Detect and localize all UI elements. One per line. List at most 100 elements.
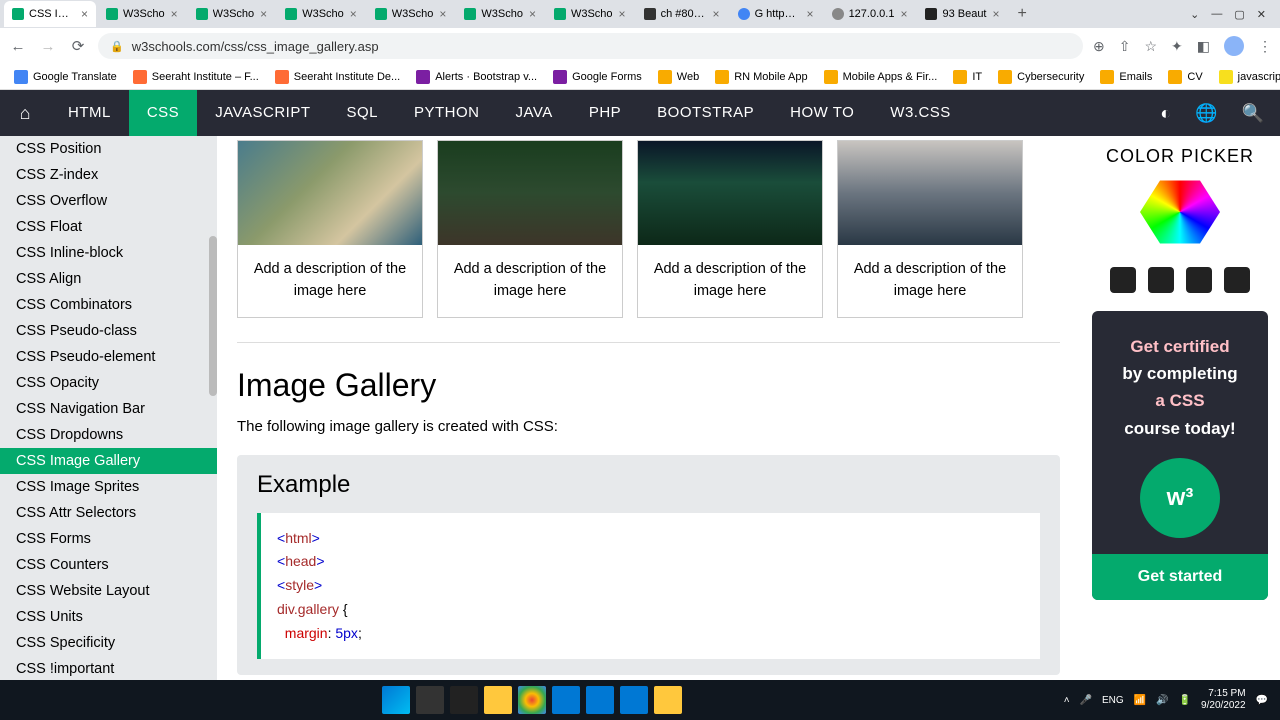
tab-close-icon[interactable]: × — [900, 7, 907, 21]
sidebar-item[interactable]: CSS Dropdowns — [0, 422, 217, 448]
sidebar-item[interactable]: CSS Counters — [0, 552, 217, 578]
scrollbar-thumb[interactable] — [209, 236, 217, 396]
sidebar-item[interactable]: CSS Website Layout — [0, 578, 217, 604]
bookmark-item[interactable]: IT — [947, 68, 988, 86]
zoom-icon[interactable]: ⊕ — [1093, 38, 1105, 55]
topnav-item[interactable]: JAVA — [498, 90, 571, 136]
topnav-item[interactable]: HOW TO — [772, 90, 872, 136]
sidebar-item[interactable]: CSS Overflow — [0, 188, 217, 214]
browser-tab[interactable]: 127.0.0.1× — [824, 1, 916, 27]
bookmark-item[interactable]: Emails — [1094, 68, 1158, 86]
sidebar-item[interactable]: CSS Attr Selectors — [0, 500, 217, 526]
minimize-button[interactable]: — — [1211, 8, 1222, 21]
back-button[interactable]: ← — [8, 38, 28, 55]
browser-tab[interactable]: W3Scho× — [277, 1, 365, 27]
gallery-card[interactable]: Add a description of the image here — [237, 140, 423, 318]
sidebar-item[interactable]: CSS Units — [0, 604, 217, 630]
sidebar-item[interactable]: CSS Position — [0, 136, 217, 162]
bookmark-item[interactable]: Mobile Apps & Fir... — [818, 68, 944, 86]
bookmark-item[interactable]: Google Forms — [547, 68, 648, 86]
notepad-icon[interactable] — [654, 686, 682, 714]
linkedin-icon[interactable] — [1186, 267, 1212, 293]
tab-close-icon[interactable]: × — [713, 7, 720, 21]
tab-close-icon[interactable]: × — [807, 7, 814, 21]
chrome-icon[interactable] — [518, 686, 546, 714]
bookmark-star-icon[interactable]: ☆ — [1144, 38, 1157, 55]
clock-date[interactable]: 9/20/2022 — [1201, 700, 1246, 712]
topnav-item[interactable]: JAVASCRIPT — [197, 90, 328, 136]
tab-close-icon[interactable]: × — [529, 7, 536, 21]
sidebar-item[interactable]: CSS Combinators — [0, 292, 217, 318]
bookmark-item[interactable]: Google Translate — [8, 68, 123, 86]
bookmark-item[interactable]: Web — [652, 68, 705, 86]
address-bar[interactable]: 🔒 w3schools.com/css/css_image_gallery.as… — [98, 33, 1083, 59]
bookmark-item[interactable]: Seeraht Institute – F... — [127, 68, 265, 86]
share-icon[interactable]: ⇧ — [1119, 38, 1131, 55]
menu-icon[interactable]: ⋮ — [1258, 38, 1272, 55]
sidebar-item[interactable]: CSS Align — [0, 266, 217, 292]
file-explorer-icon[interactable] — [484, 686, 512, 714]
topnav-item[interactable]: PYTHON — [396, 90, 498, 136]
calculator-icon[interactable] — [620, 686, 648, 714]
search-icon[interactable]: 🔍 — [1242, 103, 1264, 124]
sidebar-item[interactable]: CSS Image Sprites — [0, 474, 217, 500]
reload-button[interactable]: ⟳ — [68, 37, 88, 55]
facebook-icon[interactable] — [1110, 267, 1136, 293]
home-icon[interactable]: ⌂ — [0, 103, 50, 124]
browser-tab[interactable]: CSS Imag× — [4, 1, 96, 27]
search-taskbar-icon[interactable] — [416, 686, 444, 714]
get-started-button[interactable]: Get started — [1092, 554, 1268, 600]
bookmark-item[interactable]: javascript - Set a fo... — [1213, 68, 1280, 86]
browser-tab[interactable]: W3Scho× — [98, 1, 186, 27]
browser-tab[interactable]: W3Scho× — [546, 1, 634, 27]
sidebar-item[interactable]: CSS Specificity — [0, 630, 217, 656]
close-button[interactable]: ✕ — [1257, 8, 1266, 21]
gallery-card[interactable]: Add a description of the image here — [837, 140, 1023, 318]
tab-close-icon[interactable]: × — [993, 7, 1000, 21]
gallery-card[interactable]: Add a description of the image here — [437, 140, 623, 318]
battery-icon[interactable]: 🔋 — [1179, 695, 1191, 706]
tab-close-icon[interactable]: × — [439, 7, 446, 21]
bookmark-item[interactable]: Cybersecurity — [992, 68, 1090, 86]
browser-tab[interactable]: G https://w× — [730, 1, 822, 27]
wifi-icon[interactable]: 📶 — [1134, 695, 1146, 706]
task-view-icon[interactable] — [450, 686, 478, 714]
start-button[interactable] — [382, 686, 410, 714]
globe-icon[interactable]: 🌐 — [1195, 103, 1217, 124]
new-tab-button[interactable]: + — [1010, 5, 1035, 23]
sidebar-item[interactable]: CSS Float — [0, 214, 217, 240]
topnav-item[interactable]: W3.CSS — [872, 90, 969, 136]
bookmark-item[interactable]: CV — [1162, 68, 1208, 86]
tab-close-icon[interactable]: × — [260, 7, 267, 21]
sidebar-item[interactable]: CSS Z-index — [0, 162, 217, 188]
sidebar-item[interactable]: CSS !important — [0, 656, 217, 682]
color-picker-hexagon[interactable] — [1140, 177, 1220, 247]
tab-close-icon[interactable]: × — [350, 7, 357, 21]
mic-icon[interactable]: 🎤 — [1080, 695, 1092, 706]
volume-icon[interactable]: 🔊 — [1156, 695, 1168, 706]
sidebar-item[interactable]: CSS Pseudo-class — [0, 318, 217, 344]
tab-close-icon[interactable]: × — [171, 7, 178, 21]
topnav-item[interactable]: CSS — [129, 90, 197, 136]
browser-tab[interactable]: 93 Beaut× — [917, 1, 1007, 27]
topnav-item[interactable]: SQL — [328, 90, 396, 136]
browser-tab[interactable]: W3Scho× — [188, 1, 276, 27]
browser-tab[interactable]: W3Scho× — [367, 1, 455, 27]
notifications-icon[interactable]: 💬 — [1256, 695, 1268, 706]
topnav-item[interactable]: HTML — [50, 90, 129, 136]
bookmark-item[interactable]: Alerts · Bootstrap v... — [410, 68, 543, 86]
chevron-up-icon[interactable]: ˄ — [1064, 695, 1070, 706]
bookmark-item[interactable]: RN Mobile App — [709, 68, 813, 86]
gallery-card[interactable]: Add a description of the image here — [637, 140, 823, 318]
browser-tab[interactable]: ch #808080× — [636, 1, 728, 27]
language-indicator[interactable]: ENG — [1102, 695, 1124, 706]
app-icon[interactable] — [586, 686, 614, 714]
discord-icon[interactable] — [1224, 267, 1250, 293]
bookmark-item[interactable]: Seeraht Institute De... — [269, 68, 406, 86]
vscode-icon[interactable] — [552, 686, 580, 714]
chevron-down-icon[interactable]: ⌄ — [1190, 8, 1199, 21]
sidebar-item[interactable]: CSS Navigation Bar — [0, 396, 217, 422]
side-panel-icon[interactable]: ◧ — [1197, 38, 1210, 55]
sidebar[interactable]: CSS PositionCSS Z-indexCSS OverflowCSS F… — [0, 136, 217, 699]
extensions-icon[interactable]: ✦ — [1171, 38, 1183, 55]
